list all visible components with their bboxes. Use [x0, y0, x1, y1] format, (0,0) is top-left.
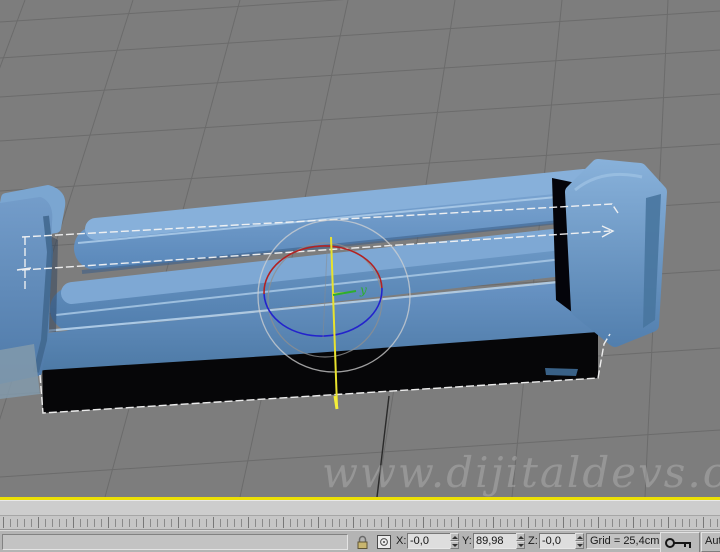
time-slider[interactable] — [0, 500, 720, 516]
x-coordinate-label: X: — [396, 535, 407, 547]
active-viewport-border — [0, 497, 720, 500]
sofa-model[interactable] — [0, 159, 667, 413]
x-coordinate-spinner[interactable] — [450, 533, 459, 549]
grid-axis-line — [376, 395, 390, 497]
absolute-mode-icon — [377, 535, 391, 549]
z-coordinate-spinner[interactable] — [575, 533, 584, 549]
gizmo-axis-label: y — [359, 283, 367, 297]
z-coordinate-label: Z: — [528, 535, 538, 547]
status-bar: X: Y: Z: Grid = 25,4cm Auto — [0, 530, 720, 552]
perspective-viewport[interactable]: y — [0, 0, 720, 497]
set-key-button[interactable] — [660, 532, 700, 552]
y-coordinate-label: Y: — [462, 535, 472, 547]
grid-size-display: Grid = 25,4cm — [586, 533, 664, 549]
selection-lock-button[interactable] — [353, 533, 371, 551]
x-coordinate-input[interactable] — [407, 533, 451, 549]
y-coordinate-input[interactable] — [473, 533, 517, 549]
prompt-line — [2, 534, 348, 550]
absolute-mode-toggle[interactable] — [375, 533, 393, 551]
lock-icon — [357, 535, 367, 549]
y-coordinate-spinner[interactable] — [516, 533, 525, 549]
auto-key-button[interactable]: Auto — [701, 532, 720, 552]
track-bar-ruler[interactable] — [0, 516, 720, 530]
application-window: y www.dijitaldevs.com X: Y: — [0, 0, 720, 552]
viewport-canvas: y — [0, 0, 720, 497]
key-icon — [665, 538, 691, 548]
